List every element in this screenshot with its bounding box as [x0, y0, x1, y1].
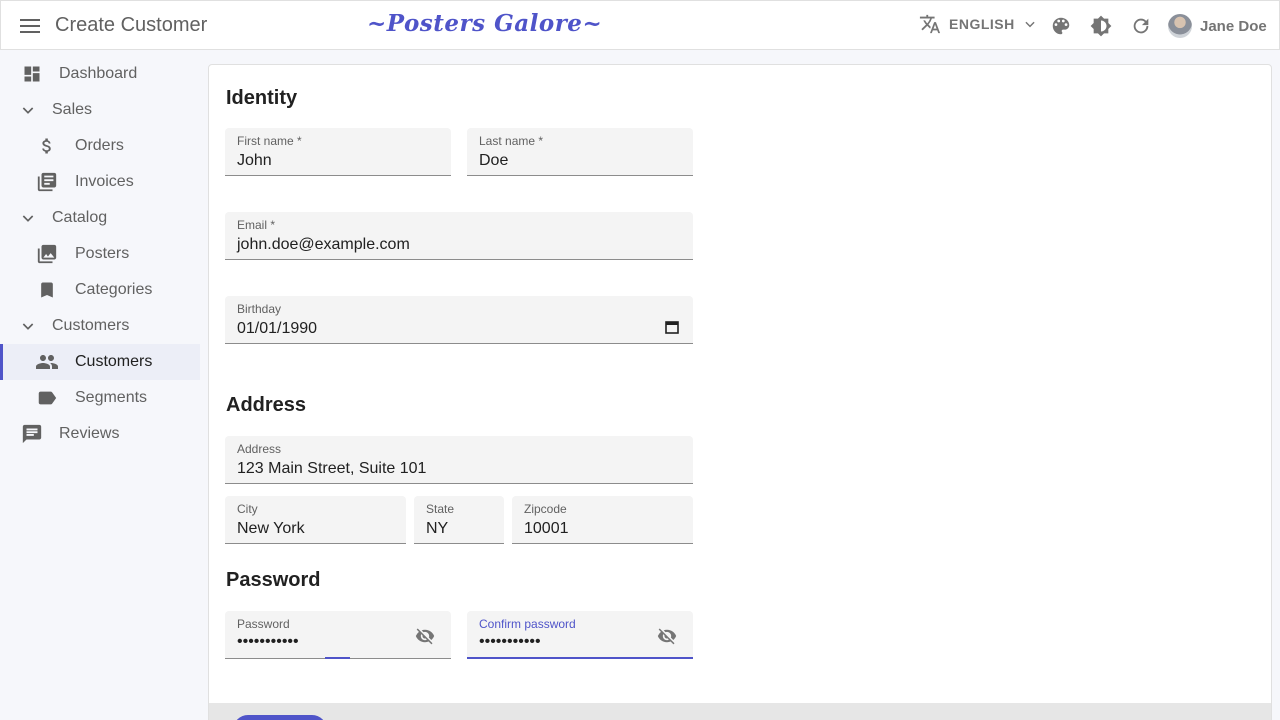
sidebar-item-label: Posters: [75, 245, 130, 262]
refresh-button[interactable]: [1129, 14, 1153, 38]
theme-palette-button[interactable]: [1049, 14, 1073, 38]
state-field[interactable]: State NY: [414, 496, 504, 544]
last-name-value: Doe: [479, 152, 509, 169]
sidebar-item-label: Invoices: [75, 173, 134, 190]
sidebar-item-label: Segments: [75, 389, 148, 406]
bookmark-icon: [35, 278, 59, 302]
birthday-label: Birthday: [237, 302, 282, 316]
refresh-icon: [1133, 18, 1149, 34]
state-value: NY: [426, 520, 449, 537]
chevron-down-icon: [16, 206, 40, 230]
confirm-password-label: Confirm password: [479, 617, 576, 631]
confirm-password-field[interactable]: Confirm password •••••••••••: [467, 611, 693, 659]
address-section-title: Address: [226, 394, 307, 416]
zipcode-field[interactable]: Zipcode 10001: [512, 496, 693, 544]
language-label: ENGLISH: [949, 16, 1015, 32]
chevron-down-icon: [16, 98, 40, 122]
city-field[interactable]: City New York: [225, 496, 406, 544]
password-value: •••••••••••: [237, 633, 299, 650]
calendar-icon[interactable]: [665, 320, 679, 334]
identity-section-title: Identity: [226, 87, 298, 109]
label-icon: [35, 386, 59, 410]
sidebar-item-dashboard[interactable]: Dashboard: [0, 56, 200, 92]
brightness-icon: [1090, 15, 1112, 37]
toggle-dark-mode-button[interactable]: [1089, 14, 1113, 38]
sidebar-item-label: Sales: [52, 101, 93, 118]
sidebar-item-reviews[interactable]: Reviews: [0, 416, 200, 452]
city-value: New York: [237, 520, 305, 537]
invoices-icon: [35, 170, 59, 194]
email-label: Email *: [237, 218, 276, 232]
sidebar-item-label: Customers: [52, 317, 130, 334]
sidebar-item-customers[interactable]: Customers: [0, 344, 200, 380]
translate-icon: [919, 14, 941, 34]
sidebar-item-catalog[interactable]: Catalog: [0, 200, 200, 236]
sidebar-item-label: Reviews: [59, 425, 120, 442]
page-title: Create Customer: [55, 14, 208, 36]
sidebar-item-categories[interactable]: Categories: [0, 272, 200, 308]
zipcode-value: 10001: [524, 520, 569, 537]
sidebar-item-orders[interactable]: Orders: [0, 128, 200, 164]
sidebar-item-label: Catalog: [52, 209, 108, 226]
sidebar-item-label: Customers: [75, 353, 153, 370]
email-field[interactable]: Email * john.doe@example.com: [225, 212, 693, 260]
comment-icon: [20, 422, 44, 446]
confirm-password-value: •••••••••••: [479, 633, 541, 650]
sidebar-item-label: Orders: [75, 137, 124, 154]
last-name-field[interactable]: Last name * Doe: [467, 128, 693, 176]
posters-icon: [35, 242, 59, 266]
dollar-icon: [35, 134, 59, 158]
zipcode-label: Zipcode: [524, 502, 567, 516]
sidebar-item-segments[interactable]: Segments: [0, 380, 200, 416]
email-value: john.doe@example.com: [237, 236, 410, 253]
password-section-title: Password: [226, 569, 321, 591]
menu-button[interactable]: [15, 11, 45, 41]
last-name-label: Last name *: [479, 134, 544, 148]
address-label: Address: [237, 442, 282, 456]
user-name: Jane Doe: [1200, 17, 1267, 35]
visibility-off-icon[interactable]: [657, 626, 677, 646]
sidebar-item-sales[interactable]: Sales: [0, 92, 200, 128]
people-icon: [35, 350, 59, 374]
create-customer-form: Identity First name * John Last name * D…: [208, 64, 1272, 720]
sidebar-item-label: Categories: [75, 281, 153, 298]
first-name-label: First name *: [237, 134, 302, 148]
first-name-field[interactable]: First name * John: [225, 128, 451, 176]
birthday-value: 01/01/1990: [237, 320, 318, 337]
sidebar-item-invoices[interactable]: Invoices: [0, 164, 200, 200]
sidebar-item-label: Dashboard: [59, 65, 138, 82]
password-field[interactable]: Password •••••••••••: [225, 611, 451, 659]
app-bar: Create Customer ~Posters Galore~ ENGLISH…: [0, 0, 1280, 50]
chevron-down-icon: [1025, 21, 1035, 28]
birthday-field[interactable]: Birthday 01/01/1990: [225, 296, 693, 344]
first-name-value: John: [237, 152, 272, 169]
address-field[interactable]: Address 123 Main Street, Suite 101: [225, 436, 693, 484]
password-label: Password: [237, 617, 290, 631]
state-label: State: [426, 502, 455, 516]
password-strength-indicator: [325, 657, 350, 659]
brand-logo: ~Posters Galore~: [367, 10, 603, 37]
avatar: [1168, 14, 1192, 38]
address-value: 123 Main Street, Suite 101: [237, 460, 427, 477]
city-label: City: [237, 502, 258, 516]
chevron-down-icon: [16, 314, 40, 338]
visibility-off-icon[interactable]: [415, 626, 435, 646]
sidebar-item-customers-group[interactable]: Customers: [0, 308, 200, 344]
hamburger-menu-icon: [20, 19, 40, 33]
save-button[interactable]: [233, 715, 327, 720]
dashboard-icon: [20, 62, 44, 86]
palette-icon: [1052, 17, 1070, 35]
sidebar-item-posters[interactable]: Posters: [0, 236, 200, 272]
form-toolbar: [209, 703, 1271, 720]
language-selector[interactable]: ENGLISH: [919, 13, 1037, 35]
user-menu[interactable]: Jane Doe: [1168, 14, 1267, 38]
